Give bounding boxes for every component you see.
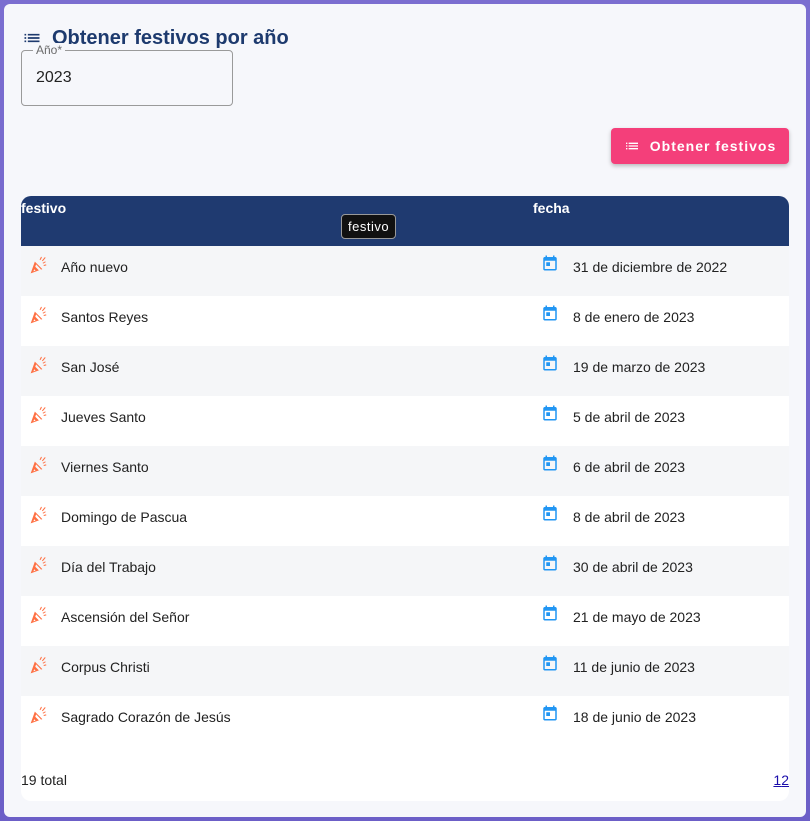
table-row[interactable]: Año nuevo 31 de diciembre de 2022 bbox=[21, 246, 789, 296]
year-input[interactable] bbox=[36, 67, 216, 89]
table-row[interactable]: Santos Reyes 8 de enero de 2023 bbox=[21, 296, 789, 346]
calendar-icon bbox=[541, 304, 559, 322]
party-popper-icon bbox=[29, 655, 49, 675]
column-tooltip: festivo bbox=[341, 214, 397, 239]
holiday-name: Viernes Santo bbox=[61, 459, 149, 475]
holiday-name: Corpus Christi bbox=[61, 659, 150, 675]
table-row[interactable]: Domingo de Pascua 8 de abril de 2023 bbox=[21, 496, 789, 546]
party-popper-icon bbox=[29, 605, 49, 625]
party-popper-icon bbox=[29, 455, 49, 475]
table-row[interactable]: San José 19 de marzo de 2023 bbox=[21, 346, 789, 396]
column-header-fecha[interactable]: fecha bbox=[533, 200, 570, 216]
table-row[interactable]: Jueves Santo 5 de abril de 2023 bbox=[21, 396, 789, 446]
page-link-2[interactable]: 2 bbox=[781, 772, 789, 788]
calendar-icon bbox=[541, 504, 559, 522]
holiday-date: 8 de enero de 2023 bbox=[573, 309, 695, 325]
table-row[interactable]: Ascensión del Señor 21 de mayo de 2023 bbox=[21, 596, 789, 646]
holiday-date: 30 de abril de 2023 bbox=[573, 559, 693, 575]
holiday-name: Día del Trabajo bbox=[61, 559, 156, 575]
table-row[interactable]: Sagrado Corazón de Jesús 18 de junio de 2… bbox=[21, 696, 789, 746]
holiday-name: Domingo de Pascua bbox=[61, 509, 188, 525]
party-popper-icon bbox=[29, 255, 49, 275]
holiday-name: Año nuevo bbox=[61, 259, 128, 275]
holiday-date: 31 de diciembre de 2022 bbox=[573, 259, 728, 275]
fetch-holidays-label: Obtener festivos bbox=[649, 138, 777, 154]
calendar-icon bbox=[541, 654, 559, 672]
party-popper-icon bbox=[29, 505, 49, 525]
holiday-name: San José bbox=[61, 359, 120, 375]
holidays-table: festivo fecha festivo Año nuevo 31 de dic… bbox=[21, 196, 789, 801]
party-popper-icon bbox=[29, 355, 49, 375]
holiday-name: Sagrado Corazón de Jesús bbox=[61, 709, 231, 725]
holiday-date: 11 de junio de 2023 bbox=[573, 659, 695, 675]
year-field-label: Año* bbox=[33, 43, 66, 57]
calendar-icon bbox=[541, 404, 559, 422]
holiday-name: Jueves Santo bbox=[61, 409, 146, 425]
table-body: Año nuevo 31 de diciembre de 2022 Santos R… bbox=[21, 246, 789, 746]
holiday-date: 5 de abril de 2023 bbox=[573, 409, 686, 425]
holiday-name: Ascensión del Señor bbox=[61, 609, 190, 625]
holiday-date: 19 de marzo de 2023 bbox=[573, 359, 706, 375]
pagination: 12 bbox=[773, 772, 789, 788]
table-row[interactable]: Día del Trabajo 30 de abril de 2023 bbox=[21, 546, 789, 596]
table-row[interactable]: Viernes Santo 6 de abril de 2023 bbox=[21, 446, 789, 496]
party-popper-icon bbox=[29, 705, 49, 725]
total-count: 19 total bbox=[21, 772, 67, 788]
holiday-date: 8 de abril de 2023 bbox=[573, 509, 686, 525]
calendar-icon bbox=[541, 254, 559, 272]
holiday-date: 18 de junio de 2023 bbox=[573, 709, 696, 725]
table-header: festivo fecha festivo bbox=[21, 196, 789, 246]
column-header-festivo[interactable]: festivo bbox=[21, 200, 66, 216]
year-field: Año* bbox=[21, 43, 233, 106]
calendar-icon bbox=[541, 454, 559, 472]
party-popper-icon bbox=[29, 305, 49, 325]
table-row[interactable]: Corpus Christi 11 de junio de 2023 bbox=[21, 646, 789, 696]
party-popper-icon bbox=[29, 405, 49, 425]
party-popper-icon bbox=[29, 555, 49, 575]
holiday-date: 6 de abril de 2023 bbox=[573, 459, 686, 475]
holiday-name: Santos Reyes bbox=[61, 309, 149, 325]
calendar-icon bbox=[541, 554, 559, 572]
list-icon bbox=[625, 142, 638, 150]
page-title: Obtener festivos por año bbox=[52, 26, 289, 49]
main-card: Obtener festivos por año Año* Obtener fe… bbox=[4, 4, 806, 817]
holiday-date: 21 de mayo de 2023 bbox=[573, 609, 701, 625]
calendar-icon bbox=[541, 604, 559, 622]
calendar-icon bbox=[541, 354, 559, 372]
fetch-holidays-button[interactable]: Obtener festivos bbox=[611, 128, 789, 164]
calendar-icon bbox=[541, 704, 559, 722]
